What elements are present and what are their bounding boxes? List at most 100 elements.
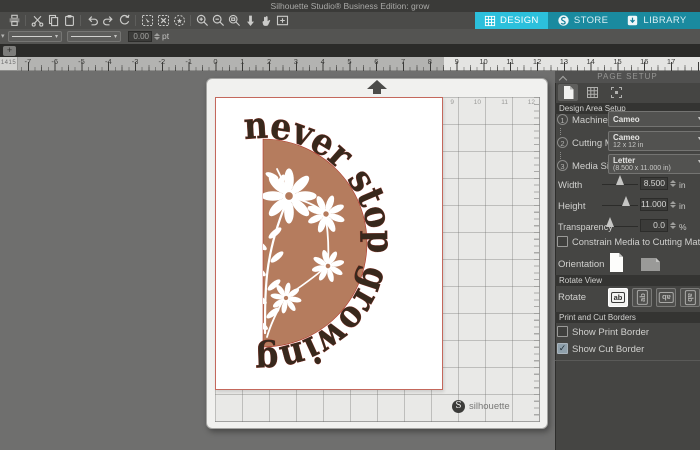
lasso-select-icon[interactable]	[172, 13, 187, 28]
zoom-out-icon[interactable]	[211, 13, 226, 28]
transparency-input[interactable]: 0.0	[640, 219, 668, 232]
slider-track[interactable]	[602, 205, 638, 206]
transparency-stepper[interactable]	[669, 220, 676, 231]
rotate-90-button[interactable]: ab	[632, 288, 652, 307]
slider-handle[interactable]	[606, 217, 614, 227]
registration-marks-icon	[610, 86, 623, 99]
step-down-icon[interactable]	[670, 184, 676, 187]
stroke-width-unit: pt	[162, 29, 169, 44]
panel-tab-grid[interactable]	[582, 84, 602, 101]
dropdown-caret-partial[interactable]: ▾	[1, 29, 5, 44]
ruler-number: 9	[455, 57, 459, 66]
cutting-mat-dropdown[interactable]: Cameo 12 x 12 in ▾	[608, 131, 700, 151]
mat-feed-arrow-stem	[373, 89, 381, 94]
ruler-corner-box: 1415	[0, 57, 18, 71]
cut-icon[interactable]	[30, 13, 45, 28]
mat-edge-ticks	[528, 97, 539, 421]
height-slider[interactable]	[602, 194, 638, 208]
width-stepper[interactable]	[669, 178, 676, 189]
landscape-page-icon	[640, 256, 661, 272]
zoom-in-icon[interactable]	[195, 13, 210, 28]
width-slider[interactable]	[602, 173, 638, 187]
store-icon	[557, 14, 570, 27]
toolbar-separator	[25, 15, 26, 26]
ruler-number: 13	[560, 57, 568, 66]
new-document-tab-button[interactable]: +	[3, 46, 16, 56]
ruler-number: 12	[533, 57, 541, 66]
line-weight-dropdown[interactable]: ▾	[67, 31, 121, 42]
constrain-label: Constrain Media to Cutting Mat	[572, 237, 700, 247]
rotate-90-icon: ab	[636, 290, 647, 305]
panel-header: PAGE SETUP	[555, 71, 700, 83]
panel-tab-registration-marks[interactable]	[606, 84, 626, 101]
step-up-icon[interactable]	[154, 33, 160, 36]
grid-icon	[586, 86, 599, 99]
panel-divider	[555, 360, 700, 361]
panel-tab-page-setup[interactable]	[558, 84, 578, 101]
undo-icon[interactable]	[85, 13, 100, 28]
step-down-icon[interactable]	[154, 37, 160, 40]
show-cut-border-checkbox[interactable]: ✓	[557, 343, 568, 354]
step-up-icon[interactable]	[670, 180, 676, 183]
cutting-mat-size: 12 x 12 in	[613, 142, 693, 150]
machine-dropdown[interactable]: Cameo ▾	[608, 111, 700, 127]
transparency-label: Transparency	[558, 222, 613, 232]
print-icon[interactable]	[7, 13, 22, 28]
rotate-0-button[interactable]: ab	[608, 288, 628, 307]
step-up-icon[interactable]	[670, 222, 676, 225]
select-all-icon[interactable]	[140, 13, 155, 28]
ruler-number: 10	[479, 57, 487, 66]
step-connector	[560, 152, 562, 159]
paste-icon[interactable]	[62, 13, 77, 28]
show-print-border-checkbox[interactable]	[557, 326, 568, 337]
ruler-number: 14	[587, 57, 595, 66]
tab-store[interactable]: STORE	[548, 12, 618, 29]
transparency-slider[interactable]	[606, 215, 638, 229]
show-cut-border-label: Show Cut Border	[572, 344, 644, 355]
nav-tab-bar: DESIGN STORE LIBRARY	[475, 12, 700, 29]
zoom-selection-icon[interactable]	[227, 13, 242, 28]
redo-icon[interactable]	[101, 13, 116, 28]
panel-collapse-icon[interactable]	[560, 75, 566, 81]
media-size-dimensions: (8.500 x 11.000 in)	[613, 165, 693, 173]
tab-store-label: STORE	[574, 15, 609, 26]
fit-to-window-icon[interactable]	[275, 13, 290, 28]
line-style-dropdown[interactable]: ▾	[8, 31, 62, 42]
orientation-landscape-button[interactable]	[640, 256, 661, 277]
slider-handle[interactable]	[616, 175, 624, 185]
media-size-dropdown[interactable]: Letter (8.500 x 11.000 in) ▾	[608, 154, 700, 174]
ruler-number: -6	[51, 57, 58, 66]
library-icon	[626, 14, 639, 27]
height-stepper[interactable]	[669, 199, 676, 210]
step-up-icon[interactable]	[670, 201, 676, 204]
machine-label: Machine	[572, 115, 608, 126]
step-down-icon[interactable]	[670, 205, 676, 208]
copy-icon[interactable]	[46, 13, 61, 28]
ruler-number: 15	[613, 57, 621, 66]
deselect-icon[interactable]	[156, 13, 171, 28]
ruler-number: -4	[105, 57, 112, 66]
rotate-270-button[interactable]: ab	[680, 288, 700, 307]
chevron-down-icon: ▾	[114, 33, 117, 40]
tab-library[interactable]: LIBRARY	[617, 12, 695, 29]
tab-design[interactable]: DESIGN	[475, 12, 548, 29]
stroke-width-stepper[interactable]	[153, 31, 160, 42]
rotate-icon[interactable]	[117, 13, 132, 28]
ruler-number: -5	[78, 57, 85, 66]
transparency-unit: %	[679, 222, 687, 232]
width-input[interactable]: 8.500	[640, 177, 668, 190]
step-down-icon[interactable]	[670, 226, 676, 229]
design-artwork[interactable]: never stop growing	[215, 97, 443, 390]
stroke-width-input[interactable]: 0.00	[128, 31, 152, 42]
pan-icon[interactable]	[259, 13, 274, 28]
toolbar-separator	[135, 15, 136, 26]
zoom-drag-icon[interactable]	[243, 13, 258, 28]
mat-feed-arrow-icon	[367, 80, 387, 89]
window-title: Silhouette Studio® Business Edition: gro…	[0, 0, 700, 12]
height-input[interactable]: 11.000	[640, 198, 668, 211]
slider-handle[interactable]	[622, 196, 630, 206]
rotate-180-button[interactable]: ab	[656, 288, 676, 307]
constrain-checkbox[interactable]	[557, 236, 568, 247]
height-label: Height	[558, 201, 585, 212]
tab-partial[interactable]	[696, 12, 700, 29]
